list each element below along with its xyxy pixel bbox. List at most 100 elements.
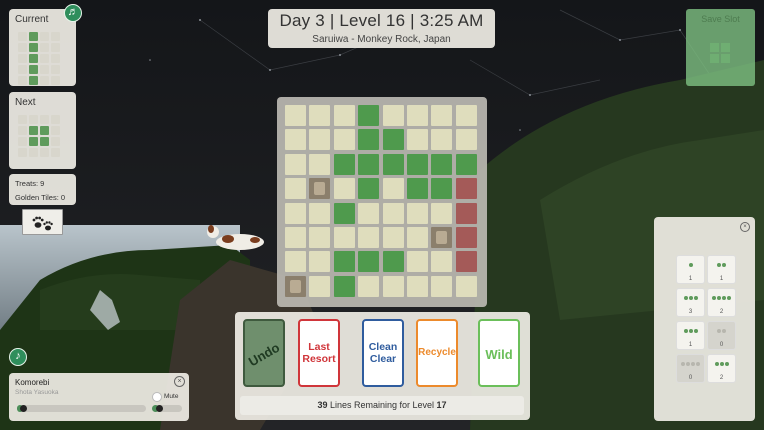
board-cell-filled[interactable]: [406, 153, 428, 175]
board-cell-filled[interactable]: [358, 105, 380, 126]
board-cell-empty[interactable]: [309, 251, 331, 273]
piece-cell-empty: [18, 137, 27, 146]
piece-count: 2: [719, 375, 724, 381]
board-cell-filled[interactable]: [431, 153, 453, 175]
board-cell-empty[interactable]: [406, 226, 428, 248]
paw-button[interactable]: [22, 209, 63, 235]
track-progress-knob[interactable]: [20, 405, 28, 412]
board-cell-empty[interactable]: [285, 105, 306, 126]
board-cell-empty[interactable]: [382, 202, 404, 224]
board-cell-empty[interactable]: [309, 202, 331, 224]
board-cell-empty[interactable]: [333, 226, 355, 248]
board-cell-empty[interactable]: [333, 178, 355, 200]
board-cell-filled[interactable]: [333, 153, 355, 175]
board-cell-empty[interactable]: [382, 275, 404, 297]
current-piece-panel: Current: [9, 9, 76, 86]
board-cell-empty[interactable]: [333, 129, 355, 151]
inventory-piece[interactable]: 1: [707, 255, 736, 284]
board-cell-empty[interactable]: [406, 202, 428, 224]
board-cell-filled[interactable]: [358, 153, 380, 175]
board-cell-empty[interactable]: [285, 178, 306, 200]
card-label: Wild: [485, 347, 513, 362]
board-cell-blocked[interactable]: [455, 226, 477, 248]
track-title: Komorebi: [15, 378, 50, 387]
save-slot-panel[interactable]: Save Slot: [686, 9, 755, 86]
board-cell-empty[interactable]: [431, 129, 453, 151]
board-cell-empty[interactable]: [382, 178, 404, 200]
board-cell-filled[interactable]: [358, 129, 380, 151]
board-cell-empty[interactable]: [455, 129, 477, 151]
mute-toggle[interactable]: [152, 392, 162, 402]
card-recycle[interactable]: Recycle: [416, 319, 458, 387]
card-clean-clear[interactable]: Clean Clear: [362, 319, 404, 387]
board-cell-stone[interactable]: [431, 226, 453, 248]
board-cell-empty[interactable]: [455, 105, 477, 126]
board-cell-filled[interactable]: [382, 153, 404, 175]
board-cell-filled[interactable]: [333, 202, 355, 224]
board-cell-empty[interactable]: [431, 275, 453, 297]
inventory-piece[interactable]: 1: [676, 255, 705, 284]
board-cell-empty[interactable]: [358, 226, 380, 248]
track-progress-slider[interactable]: [17, 405, 146, 412]
board-cell-empty[interactable]: [406, 275, 428, 297]
board-cell-empty[interactable]: [309, 105, 331, 126]
board-cell-filled[interactable]: [333, 275, 355, 297]
card-wild[interactable]: Wild: [478, 319, 520, 387]
volume-slider[interactable]: [152, 405, 182, 412]
board-cell-filled[interactable]: [406, 178, 428, 200]
board-cell-empty[interactable]: [285, 202, 306, 224]
board-cell-filled[interactable]: [333, 251, 355, 273]
board-cell-filled[interactable]: [358, 178, 380, 200]
inventory-piece[interactable]: 2: [707, 354, 736, 383]
piece-count: 1: [688, 342, 693, 348]
board-cell-empty[interactable]: [309, 275, 331, 297]
board-cell-blocked[interactable]: [455, 251, 477, 273]
board-cell-empty[interactable]: [382, 105, 404, 126]
piece-cell-empty: [29, 115, 38, 124]
board-cell-filled[interactable]: [358, 251, 380, 273]
board-cell-empty[interactable]: [309, 226, 331, 248]
board-cell-filled[interactable]: [431, 178, 453, 200]
board-cell-filled[interactable]: [382, 129, 404, 151]
piece-cell-empty: [29, 148, 38, 157]
piece-cell-filled: [29, 65, 38, 74]
board-cell-empty[interactable]: [333, 105, 355, 126]
close-icon[interactable]: ×: [174, 376, 185, 387]
card-last-resort[interactable]: Last Resort: [298, 319, 340, 387]
board-cell-empty[interactable]: [285, 226, 306, 248]
board-cell-empty[interactable]: [455, 275, 477, 297]
board-cell-empty[interactable]: [431, 251, 453, 273]
music-badge-icon[interactable]: ♪: [9, 348, 27, 366]
board-cell-empty[interactable]: [358, 202, 380, 224]
piece-cell-empty: [51, 126, 60, 135]
board-cell-blocked[interactable]: [455, 178, 477, 200]
board-cell-empty[interactable]: [358, 275, 380, 297]
board-cell-empty[interactable]: [309, 129, 331, 151]
inventory-piece[interactable]: 1: [676, 321, 705, 350]
board-grid[interactable]: [285, 105, 477, 297]
board-cell-stone[interactable]: [285, 275, 306, 297]
board-cell-empty[interactable]: [285, 251, 306, 273]
board-cell-empty[interactable]: [406, 129, 428, 151]
board-cell-empty[interactable]: [382, 226, 404, 248]
menu-badge-icon[interactable]: ♬: [64, 4, 82, 22]
piece-shape-icon: [677, 263, 704, 267]
board-cell-stone[interactable]: [309, 178, 331, 200]
volume-knob[interactable]: [155, 405, 163, 412]
inventory-piece[interactable]: 3: [676, 288, 705, 317]
board-cell-empty[interactable]: [406, 105, 428, 126]
board-cell-filled[interactable]: [455, 153, 477, 175]
golden-tiles-count: Golden Tiles: 0: [15, 193, 66, 202]
board-cell-empty[interactable]: [285, 129, 306, 151]
board-cell-empty[interactable]: [406, 251, 428, 273]
board-cell-blocked[interactable]: [455, 202, 477, 224]
board-cell-filled[interactable]: [382, 251, 404, 273]
board-cell-empty[interactable]: [431, 105, 453, 126]
board-cell-empty[interactable]: [285, 153, 306, 175]
close-icon[interactable]: ×: [740, 222, 750, 232]
piece-cell-filled: [29, 54, 38, 63]
board-cell-empty[interactable]: [309, 153, 331, 175]
card-undo[interactable]: Undo: [243, 319, 285, 387]
inventory-piece[interactable]: 2: [707, 288, 736, 317]
board-cell-empty[interactable]: [431, 202, 453, 224]
